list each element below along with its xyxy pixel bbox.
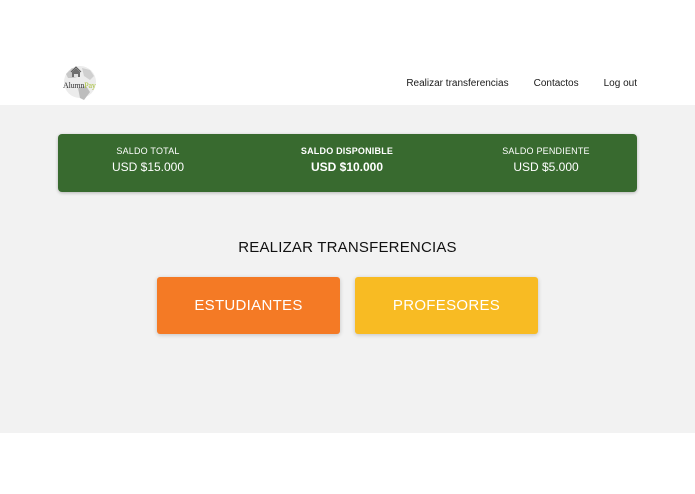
saldo-total-value: USD $15.000 xyxy=(111,160,185,174)
saldo-pendiente-label: SALDO PENDIENTE xyxy=(502,146,590,156)
saldo-total-label: SALDO TOTAL xyxy=(116,146,180,156)
header: AlumnPay Realizar transferencias Contact… xyxy=(0,0,695,105)
logo-text: AlumnPay xyxy=(63,81,96,90)
saldo-disponible-label: SALDO DISPONIBLE xyxy=(300,146,394,156)
top-nav: Realizar transferencias Contactos Log ou… xyxy=(406,78,637,89)
saldo-disponible-value: USD $10.000 xyxy=(310,160,384,174)
saldo-pendiente-value: USD $5.000 xyxy=(513,160,579,174)
logo[interactable]: AlumnPay xyxy=(60,62,106,104)
nav-contactos[interactable]: Contactos xyxy=(534,78,579,89)
saldo-pendiente: SALDO PENDIENTE USD $5.000 xyxy=(456,134,636,192)
profesores-button[interactable]: PROFESORES xyxy=(355,277,538,334)
saldo-disponible: SALDO DISPONIBLE USD $10.000 xyxy=(257,134,437,192)
nav-realizar-transferencias[interactable]: Realizar transferencias xyxy=(406,78,508,89)
balance-panel: SALDO TOTAL USD $15.000 SALDO DISPONIBLE… xyxy=(58,134,637,192)
estudiantes-button[interactable]: ESTUDIANTES xyxy=(157,277,340,334)
saldo-total: SALDO TOTAL USD $15.000 xyxy=(58,134,238,192)
nav-log-out[interactable]: Log out xyxy=(604,78,637,89)
main-content: SALDO TOTAL USD $15.000 SALDO DISPONIBLE… xyxy=(0,105,695,433)
page-title: REALIZAR TRANSFERENCIAS xyxy=(238,239,457,256)
